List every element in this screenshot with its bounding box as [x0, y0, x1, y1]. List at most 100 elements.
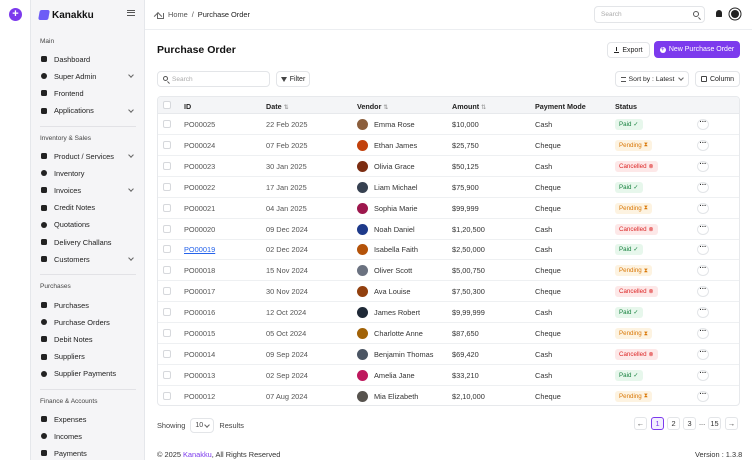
sidebar-item[interactable]: Expenses: [41, 412, 137, 426]
table-row[interactable]: PO00018 15 Nov 2024 Oliver Scott $5,00,750 C…: [158, 260, 739, 282]
vendor-name[interactable]: Ethan James: [374, 141, 417, 150]
sort-arrows-icon[interactable]: ⇅: [481, 105, 486, 111]
sidebar-item[interactable]: Purchases: [41, 298, 137, 312]
page-button[interactable]: 2: [667, 417, 680, 430]
export-button[interactable]: Export: [607, 42, 650, 58]
row-actions-button[interactable]: ···: [697, 119, 709, 130]
row-checkbox[interactable]: [163, 349, 171, 358]
sidebar-item[interactable]: Frontend: [41, 86, 137, 100]
sidebar-item[interactable]: Debit Notes: [41, 332, 137, 346]
settings-gear-icon[interactable]: [731, 10, 739, 18]
sidebar-item[interactable]: Quotations: [41, 218, 137, 232]
vendor-name[interactable]: James Robert: [374, 308, 420, 317]
row-actions-button[interactable]: ···: [697, 223, 709, 235]
footer-brand-link[interactable]: Kanakku: [183, 450, 212, 459]
sidebar-item[interactable]: Credit Notes: [41, 201, 137, 215]
row-checkbox[interactable]: [163, 203, 171, 212]
vendor-name[interactable]: Amelia Jane: [374, 371, 415, 380]
row-actions-button[interactable]: ···: [697, 369, 709, 381]
column-button[interactable]: Column: [695, 71, 740, 87]
sort-arrows-icon[interactable]: ⇅: [383, 105, 388, 111]
row-checkbox[interactable]: [163, 224, 171, 233]
sidebar-item[interactable]: Dashboard: [41, 52, 137, 66]
table-row[interactable]: PO00024 07 Feb 2025 Ethan James $25,750 Cheq…: [158, 135, 739, 156]
row-actions-button[interactable]: ···: [697, 286, 709, 298]
table-row[interactable]: PO00025 22 Feb 2025 Emma Rose $10,000 Cash Pa…: [158, 114, 739, 135]
vendor-name[interactable]: Sophia Marie: [374, 204, 418, 213]
sort-dropdown[interactable]: Sort by : Latest: [615, 71, 689, 87]
sort-arrows-icon[interactable]: ⇅: [284, 105, 289, 111]
sidebar-item[interactable]: Purchase Orders: [41, 315, 137, 329]
sidebar-item[interactable]: Payments: [41, 446, 137, 460]
menu-toggle-icon[interactable]: [127, 10, 135, 16]
row-checkbox[interactable]: [163, 287, 171, 296]
row-actions-button[interactable]: ···: [697, 139, 709, 151]
row-checkbox[interactable]: [163, 120, 171, 128]
page-button[interactable]: 3: [683, 417, 696, 430]
row-actions-button[interactable]: ···: [697, 160, 709, 172]
vendor-name[interactable]: Mia Elizabeth: [374, 392, 418, 401]
breadcrumb-home[interactable]: Home: [168, 10, 188, 19]
header-vendor[interactable]: Vendor ⇅: [357, 102, 388, 111]
vendor-name[interactable]: Oliver Scott: [374, 266, 412, 275]
row-checkbox[interactable]: [163, 308, 171, 317]
sidebar-item[interactable]: Applications: [41, 104, 137, 118]
table-row[interactable]: PO00017 30 Nov 2024 Ava Louise $7,50,300 Che…: [158, 281, 739, 303]
table-row[interactable]: PO00023 30 Jan 2025 Olivia Grace $50,125 Cas…: [158, 156, 739, 177]
sidebar-item[interactable]: Invoices: [41, 183, 137, 197]
row-checkbox[interactable]: [163, 370, 171, 379]
sidebar-item[interactable]: Customers: [41, 252, 137, 266]
table-row[interactable]: PO00022 17 Jan 2025 Liam Michael $75,900 Che…: [158, 177, 739, 198]
page-button[interactable]: 1: [651, 417, 664, 430]
select-all-checkbox[interactable]: [163, 101, 171, 109]
prev-page-arrow-icon[interactable]: ←: [634, 417, 647, 430]
table-row[interactable]: PO00012 07 Aug 2024 Mia Elizabeth $2,10,000…: [158, 386, 739, 405]
table-row[interactable]: PO00020 09 Dec 2024 Noah Daniel $1,20,500 Ca…: [158, 219, 739, 240]
table-row[interactable]: PO00015 05 Oct 2024 Charlotte Anne $87,650 C…: [158, 323, 739, 344]
row-checkbox[interactable]: [163, 266, 171, 275]
new-purchase-order-button[interactable]: + New Purchase Order: [654, 41, 740, 58]
sidebar-item[interactable]: Supplier Payments: [41, 367, 137, 381]
table-row[interactable]: PO00021 04 Jan 2025 Sophia Marie $99,999 Che…: [158, 198, 739, 219]
row-actions-button[interactable]: ···: [697, 307, 709, 319]
vendor-name[interactable]: Ava Louise: [374, 287, 410, 296]
sidebar-item[interactable]: Suppliers: [41, 350, 137, 364]
sidebar-item[interactable]: Super Admin: [41, 69, 137, 83]
table-row[interactable]: PO00014 09 Sep 2024 Benjamin Thomas $69,420…: [158, 344, 739, 365]
home-icon[interactable]: [157, 12, 164, 19]
sidebar-item[interactable]: Incomes: [41, 429, 137, 443]
table-search-input[interactable]: Search: [157, 71, 270, 87]
row-checkbox[interactable]: [163, 140, 171, 149]
add-workspace-button[interactable]: +: [9, 8, 22, 21]
row-checkbox[interactable]: [163, 391, 171, 400]
header-amount[interactable]: Amount ⇅: [452, 102, 486, 111]
row-actions-button[interactable]: ···: [697, 181, 709, 193]
vendor-name[interactable]: Emma Rose: [374, 120, 415, 129]
notification-bell-icon[interactable]: [716, 10, 722, 17]
page-size-select[interactable]: 10: [190, 418, 215, 433]
row-actions-button[interactable]: ···: [697, 390, 709, 402]
vendor-name[interactable]: Olivia Grace: [374, 162, 415, 171]
row-actions-button[interactable]: ···: [697, 244, 709, 256]
sidebar-item[interactable]: Inventory: [41, 166, 137, 180]
row-checkbox[interactable]: [163, 329, 171, 337]
sidebar-item[interactable]: Product / Services: [41, 149, 137, 163]
filter-button[interactable]: Filter: [276, 71, 310, 87]
page-button-last[interactable]: 15: [708, 417, 721, 430]
row-actions-button[interactable]: ···: [697, 265, 709, 277]
vendor-name[interactable]: Isabella Faith: [374, 245, 418, 254]
vendor-name[interactable]: Noah Daniel: [374, 225, 415, 234]
vendor-name[interactable]: Charlotte Anne: [374, 329, 423, 338]
row-checkbox[interactable]: [163, 182, 171, 191]
row-actions-button[interactable]: ···: [697, 202, 709, 214]
header-date[interactable]: Date ⇅: [266, 102, 289, 111]
order-id[interactable]: PO00019: [184, 245, 215, 254]
table-row[interactable]: PO00016 12 Oct 2024 James Robert $9,99,999 C…: [158, 302, 739, 324]
global-search-input[interactable]: Search: [594, 6, 705, 23]
row-checkbox[interactable]: [163, 245, 171, 254]
table-row[interactable]: PO00019 02 Dec 2024 Isabella Faith $2,50,00…: [158, 239, 739, 261]
table-row[interactable]: PO00013 02 Sep 2024 Amelia Jane $33,210 Cash…: [158, 365, 739, 386]
sidebar-item[interactable]: Delivery Challans: [41, 235, 137, 249]
row-actions-button[interactable]: ···: [697, 348, 709, 360]
vendor-name[interactable]: Benjamin Thomas: [374, 350, 433, 359]
